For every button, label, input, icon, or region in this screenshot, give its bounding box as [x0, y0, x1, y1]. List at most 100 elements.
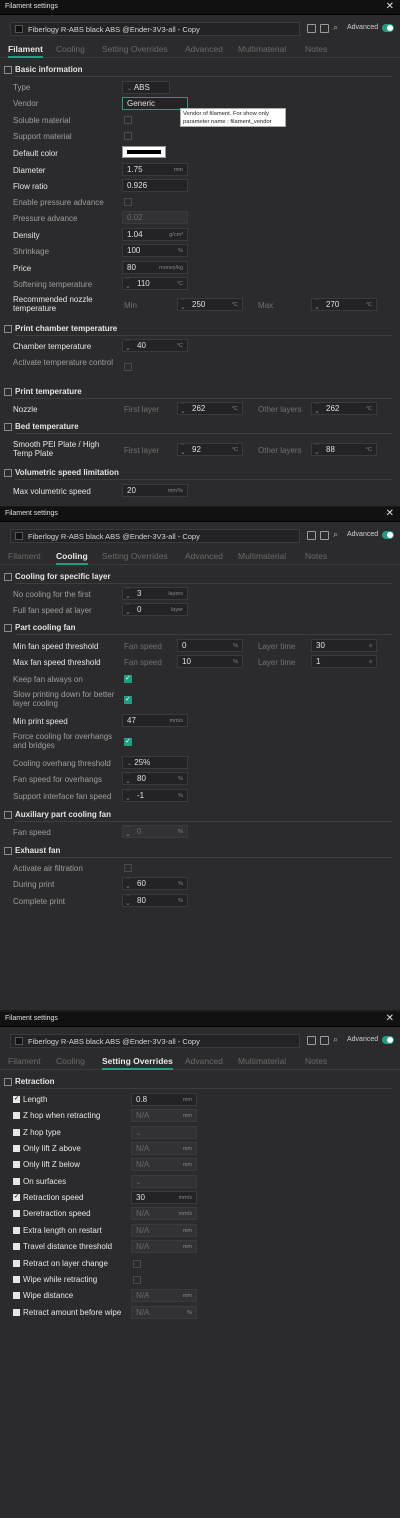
type-select[interactable]: ⌄ ABS: [122, 81, 170, 94]
override-input[interactable]: N/A mm/s: [131, 1207, 197, 1220]
aux-fan-input[interactable]: ⌃ ⌄ 0%: [122, 825, 188, 838]
no-cooling-input[interactable]: ⌃ ⌄ 3 layers: [122, 587, 188, 600]
override-value-checkbox[interactable]: [133, 1276, 141, 1284]
save-icon[interactable]: [307, 24, 316, 33]
tab-notes[interactable]: Notes: [305, 551, 327, 561]
override-input[interactable]: 0.8 mm: [131, 1093, 197, 1106]
tab-cooling[interactable]: Cooling: [56, 44, 85, 54]
override-checkbox[interactable]: [13, 1112, 20, 1119]
advanced-toggle[interactable]: [382, 531, 394, 539]
tab-cooling[interactable]: Cooling: [56, 551, 88, 565]
full-fan-input[interactable]: ⌃ ⌄ 0 layer: [122, 603, 188, 616]
nozzle-other-input[interactable]: ⌃ ⌄ 262 °C: [311, 402, 377, 415]
save-icon[interactable]: [307, 531, 316, 540]
keep-fan-checkbox[interactable]: [124, 674, 132, 683]
override-input[interactable]: N/A mm: [131, 1224, 197, 1237]
override-checkbox[interactable]: [13, 1145, 20, 1152]
spin-arrows-icon[interactable]: ⌃ ⌄: [125, 773, 131, 784]
overhang-threshold-select[interactable]: ⌄ 25%: [122, 756, 188, 769]
nozzle-first-input[interactable]: ⌃ ⌄ 262 °C: [177, 402, 243, 415]
override-select[interactable]: ⌄: [131, 1126, 197, 1139]
search-icon[interactable]: ⌕: [333, 530, 342, 539]
override-checkbox[interactable]: [13, 1243, 20, 1250]
spin-arrows-icon[interactable]: ⌃ ⌄: [125, 895, 131, 906]
tab-setting-overrides[interactable]: Setting Overrides: [102, 44, 168, 54]
force-cooling-checkbox[interactable]: [124, 737, 132, 746]
diameter-input[interactable]: 1.75 mm: [122, 163, 188, 176]
override-checkbox[interactable]: [13, 1193, 20, 1201]
tab-advanced[interactable]: Advanced: [185, 551, 223, 561]
spin-arrows-icon[interactable]: ⌃ ⌄: [125, 878, 131, 889]
vendor-input[interactable]: Generic: [122, 97, 188, 110]
override-checkbox[interactable]: [13, 1210, 20, 1217]
override-value-checkbox[interactable]: [133, 1260, 141, 1268]
preset-selector[interactable]: Fiberlogy R-ABS black ABS @Ender-3V3-all…: [10, 529, 300, 543]
override-input[interactable]: N/A mm: [131, 1240, 197, 1253]
override-checkbox[interactable]: [13, 1095, 20, 1103]
rec-temp-min-input[interactable]: ⌃ ⌄ 250 °C: [177, 298, 243, 311]
search-icon[interactable]: ⌕: [333, 23, 342, 32]
soluble-checkbox[interactable]: [124, 116, 132, 124]
tab-notes[interactable]: Notes: [305, 44, 327, 54]
slow-printing-checkbox[interactable]: [124, 695, 132, 704]
close-icon[interactable]: ✕: [386, 1013, 394, 1024]
spin-arrows-icon[interactable]: ⌃ ⌄: [125, 826, 131, 837]
spin-arrows-icon[interactable]: ⌃ ⌄: [125, 790, 131, 801]
override-checkbox[interactable]: [13, 1276, 20, 1283]
search-icon[interactable]: ⌕: [333, 1035, 342, 1044]
air-filter-checkbox[interactable]: [124, 864, 132, 872]
min-fan-speed-input[interactable]: 0%: [177, 639, 243, 652]
color-picker[interactable]: [122, 146, 166, 158]
spin-arrows-icon[interactable]: ⌃ ⌄: [314, 403, 320, 414]
override-input[interactable]: 30 mm/s: [131, 1191, 197, 1204]
override-checkbox[interactable]: [13, 1309, 20, 1316]
override-input[interactable]: N/A mm: [131, 1109, 197, 1122]
override-input[interactable]: N/A%: [131, 1306, 197, 1319]
rec-temp-max-input[interactable]: ⌃ ⌄ 270 °C: [311, 298, 377, 311]
override-input[interactable]: N/A mm: [131, 1142, 197, 1155]
tab-cooling[interactable]: Cooling: [56, 1056, 85, 1066]
spin-arrows-icon[interactable]: ⌃ ⌄: [314, 299, 320, 310]
override-checkbox[interactable]: [13, 1178, 20, 1185]
flow-ratio-input[interactable]: 0.926: [122, 179, 188, 192]
during-print-input[interactable]: ⌃ ⌄ 60%: [122, 877, 188, 890]
spin-arrows-icon[interactable]: ⌃ ⌄: [180, 444, 186, 455]
chamber-input[interactable]: ⌃ ⌄ 40 °C: [122, 339, 188, 352]
support-checkbox[interactable]: [124, 132, 132, 140]
overhang-fan-input[interactable]: ⌃ ⌄ 80%: [122, 772, 188, 785]
pa-enable-checkbox[interactable]: [124, 198, 132, 206]
tab-multimaterial[interactable]: Multimaterial: [238, 1056, 286, 1066]
spin-arrows-icon[interactable]: ⌃ ⌄: [125, 278, 131, 289]
support-fan-input[interactable]: ⌃ ⌄ -1%: [122, 789, 188, 802]
spin-arrows-icon[interactable]: ⌃ ⌄: [180, 299, 186, 310]
tab-multimaterial[interactable]: Multimaterial: [238, 551, 286, 561]
min-print-speed-input[interactable]: 47 mm/s: [122, 714, 188, 727]
tab-advanced[interactable]: Advanced: [185, 1056, 223, 1066]
tab-setting-overrides[interactable]: Setting Overrides: [102, 1056, 173, 1070]
vol-input[interactable]: 20 mm³/s: [122, 484, 188, 497]
tab-notes[interactable]: Notes: [305, 1056, 327, 1066]
min-layer-time-input[interactable]: 30 s: [311, 639, 377, 652]
override-checkbox[interactable]: [13, 1129, 20, 1136]
max-layer-time-input[interactable]: 1s: [311, 655, 377, 668]
spin-arrows-icon[interactable]: ⌃ ⌄: [314, 444, 320, 455]
override-checkbox[interactable]: [13, 1227, 20, 1234]
override-checkbox[interactable]: [13, 1161, 20, 1168]
price-input[interactable]: 80 money/kg: [122, 261, 188, 274]
advanced-toggle[interactable]: [382, 1036, 394, 1044]
bed-first-input[interactable]: ⌃ ⌄ 92 °C: [177, 443, 243, 456]
delete-icon[interactable]: [320, 1036, 329, 1045]
tab-setting-overrides[interactable]: Setting Overrides: [102, 551, 168, 561]
density-input[interactable]: 1.04 g/cm³: [122, 228, 188, 241]
delete-icon[interactable]: [320, 24, 329, 33]
spin-arrows-icon[interactable]: ⌃ ⌄: [125, 604, 131, 615]
tab-filament[interactable]: Filament: [8, 551, 41, 561]
tab-advanced[interactable]: Advanced: [185, 44, 223, 54]
close-icon[interactable]: ✕: [386, 1, 394, 12]
close-icon[interactable]: ✕: [386, 508, 394, 519]
softening-input[interactable]: ⌃ ⌄ 110 °C: [122, 277, 188, 290]
save-icon[interactable]: [307, 1036, 316, 1045]
spin-arrows-icon[interactable]: ⌃ ⌄: [180, 403, 186, 414]
tab-filament[interactable]: Filament: [8, 44, 43, 58]
pa-input[interactable]: 0.02: [122, 211, 188, 224]
